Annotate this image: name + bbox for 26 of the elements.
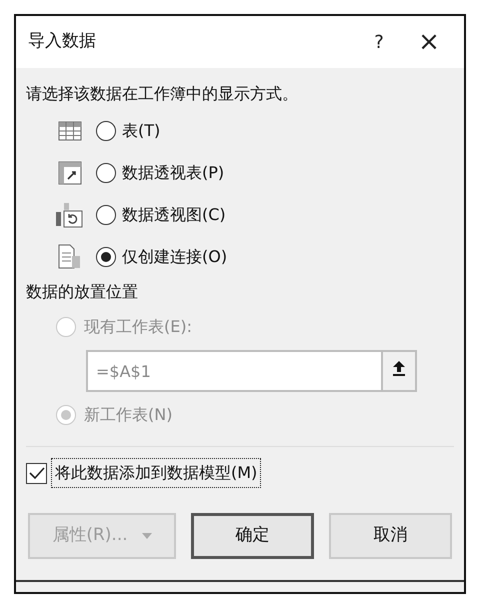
dialog-button[interactable]: 确定 [191,513,314,559]
option-label: 现有工作表(E): [84,316,192,338]
option-label: 表(T) [122,120,160,142]
dialog-title: 导入数据 [28,30,97,54]
radio-button[interactable] [96,205,116,225]
option-label: 新工作表(N) [84,404,172,426]
instruction-text: 请选择该数据在工作簿中的显示方式。 [26,83,299,105]
radio-button[interactable] [96,163,116,183]
section-heading: 数据的放置位置 [26,281,139,303]
document-icon [58,244,82,270]
collapse-dialog-button[interactable] [381,350,417,392]
radio-button[interactable] [96,121,116,141]
dialog-button[interactable]: 取消 [329,513,452,559]
table-icon [58,121,82,141]
help-button[interactable]: ? [354,28,404,56]
radio-button[interactable] [96,247,116,267]
checkbox[interactable] [26,462,47,484]
pivot-chart-icon [56,202,84,228]
close-button[interactable]: × [404,29,454,55]
option-label: 仅创建连接(O) [122,246,228,268]
arrow-up-icon [392,360,406,376]
option-label: 数据透视表(P) [122,162,224,184]
pivot-table-icon [58,161,82,185]
option-label: 数据透视图(C) [122,204,226,226]
caret-icon [142,533,152,539]
checkbox-label: 将此数据添加到数据模型(M) [51,458,262,488]
